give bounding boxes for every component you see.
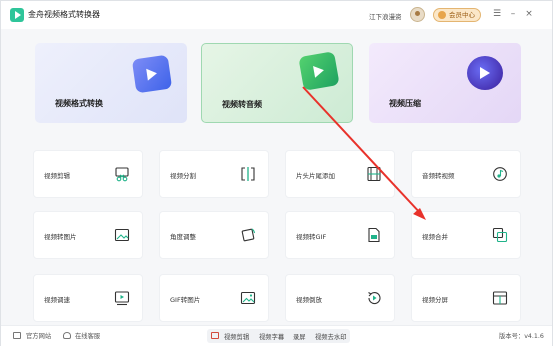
video-compress-icon (467, 56, 503, 90)
tool-label: 视频调速 (44, 296, 70, 304)
tool-label: 视频转GIF (296, 233, 327, 241)
tool-label: 音频转视频 (422, 172, 455, 180)
online-support-link[interactable]: 在线客服 (75, 331, 100, 340)
pill-remove-watermark[interactable]: 视频去水印 (315, 332, 346, 341)
video-convert-icon (131, 54, 173, 94)
tool-rotate[interactable]: 角度调整 (159, 211, 269, 259)
scissors-icon (114, 166, 130, 182)
app-recommend-icon (211, 332, 219, 339)
rotate-icon (240, 227, 256, 243)
quick-links-bar: 视频剪辑 视频字幕 录屏 视频去水印 (207, 329, 350, 343)
gif-icon (366, 227, 382, 243)
tool-label: 角度调整 (170, 233, 196, 241)
close-icon[interactable]: × (523, 8, 535, 21)
pill-video-subtitle[interactable]: 视频字幕 (259, 332, 284, 341)
title-bar: 金舟视频格式转换器 江下浪漫资 会员中心 ☰ – × (1, 1, 552, 29)
official-website-link[interactable]: 官方网站 (26, 331, 51, 340)
gif-image-icon (240, 290, 256, 306)
split-icon (240, 166, 256, 182)
pill-video-edit[interactable]: 视频剪辑 (224, 332, 249, 341)
crown-icon (438, 11, 446, 19)
tool-label: 视频剪辑 (44, 172, 70, 180)
film-strip-icon (366, 166, 382, 182)
tool-video-speed[interactable]: 视频调速 (33, 274, 143, 322)
tool-audio-to-video[interactable]: 音频转视频 (411, 150, 521, 198)
tool-video-to-image[interactable]: 视频转图片 (33, 211, 143, 259)
split-screen-icon (492, 290, 508, 306)
app-logo-icon (10, 8, 24, 22)
tool-intro-outro[interactable]: 片头片尾添加 (285, 150, 395, 198)
tool-split-screen[interactable]: 视频分屏 (411, 274, 521, 322)
image-icon (114, 227, 130, 243)
version-label: 版本号：v4.1.6 (499, 333, 544, 340)
app-window: 金舟视频格式转换器 江下浪漫资 会员中心 ☰ – × 视频格式转换 视频转音频 … (0, 0, 553, 346)
username[interactable]: 江下浪漫资 (369, 11, 402, 21)
tool-label: GIF转图片 (170, 296, 201, 304)
tool-label: 视频分割 (170, 172, 196, 180)
tool-video-reverse[interactable]: 视频倒放 (285, 274, 395, 322)
minimize-icon[interactable]: – (507, 8, 519, 21)
tool-video-split[interactable]: 视频分割 (159, 150, 269, 198)
card-label: 视频压缩 (389, 99, 421, 108)
tool-gif-to-image[interactable]: GIF转图片 (159, 274, 269, 322)
card-label: 视频转音频 (222, 100, 262, 109)
tool-label: 视频合并 (422, 233, 448, 241)
tool-label: 视频倒放 (296, 296, 322, 304)
tool-label: 片头片尾添加 (296, 172, 335, 180)
headset-icon (63, 332, 71, 339)
card-label: 视频格式转换 (55, 99, 103, 108)
footer: 官方网站 在线客服 视频剪辑 视频字幕 录屏 视频去水印 版本号：v4.1.6 (1, 325, 552, 346)
tool-video-merge[interactable]: 视频合并 (411, 211, 521, 259)
tool-video-to-gif[interactable]: 视频转GIF (285, 211, 395, 259)
tool-video-edit[interactable]: 视频剪辑 (33, 150, 143, 198)
menu-icon[interactable]: ☰ (491, 8, 503, 21)
avatar[interactable] (410, 7, 425, 22)
speed-icon (114, 290, 130, 306)
reverse-icon (366, 290, 382, 306)
monitor-icon (13, 332, 21, 339)
pill-screen-record[interactable]: 录屏 (293, 332, 306, 341)
music-note-icon (492, 166, 508, 182)
app-title: 金舟视频格式转换器 (28, 10, 100, 19)
tool-label: 视频转图片 (44, 233, 77, 241)
merge-icon (492, 227, 508, 243)
tool-label: 视频分屏 (422, 296, 448, 304)
video-to-audio-icon (298, 51, 340, 91)
